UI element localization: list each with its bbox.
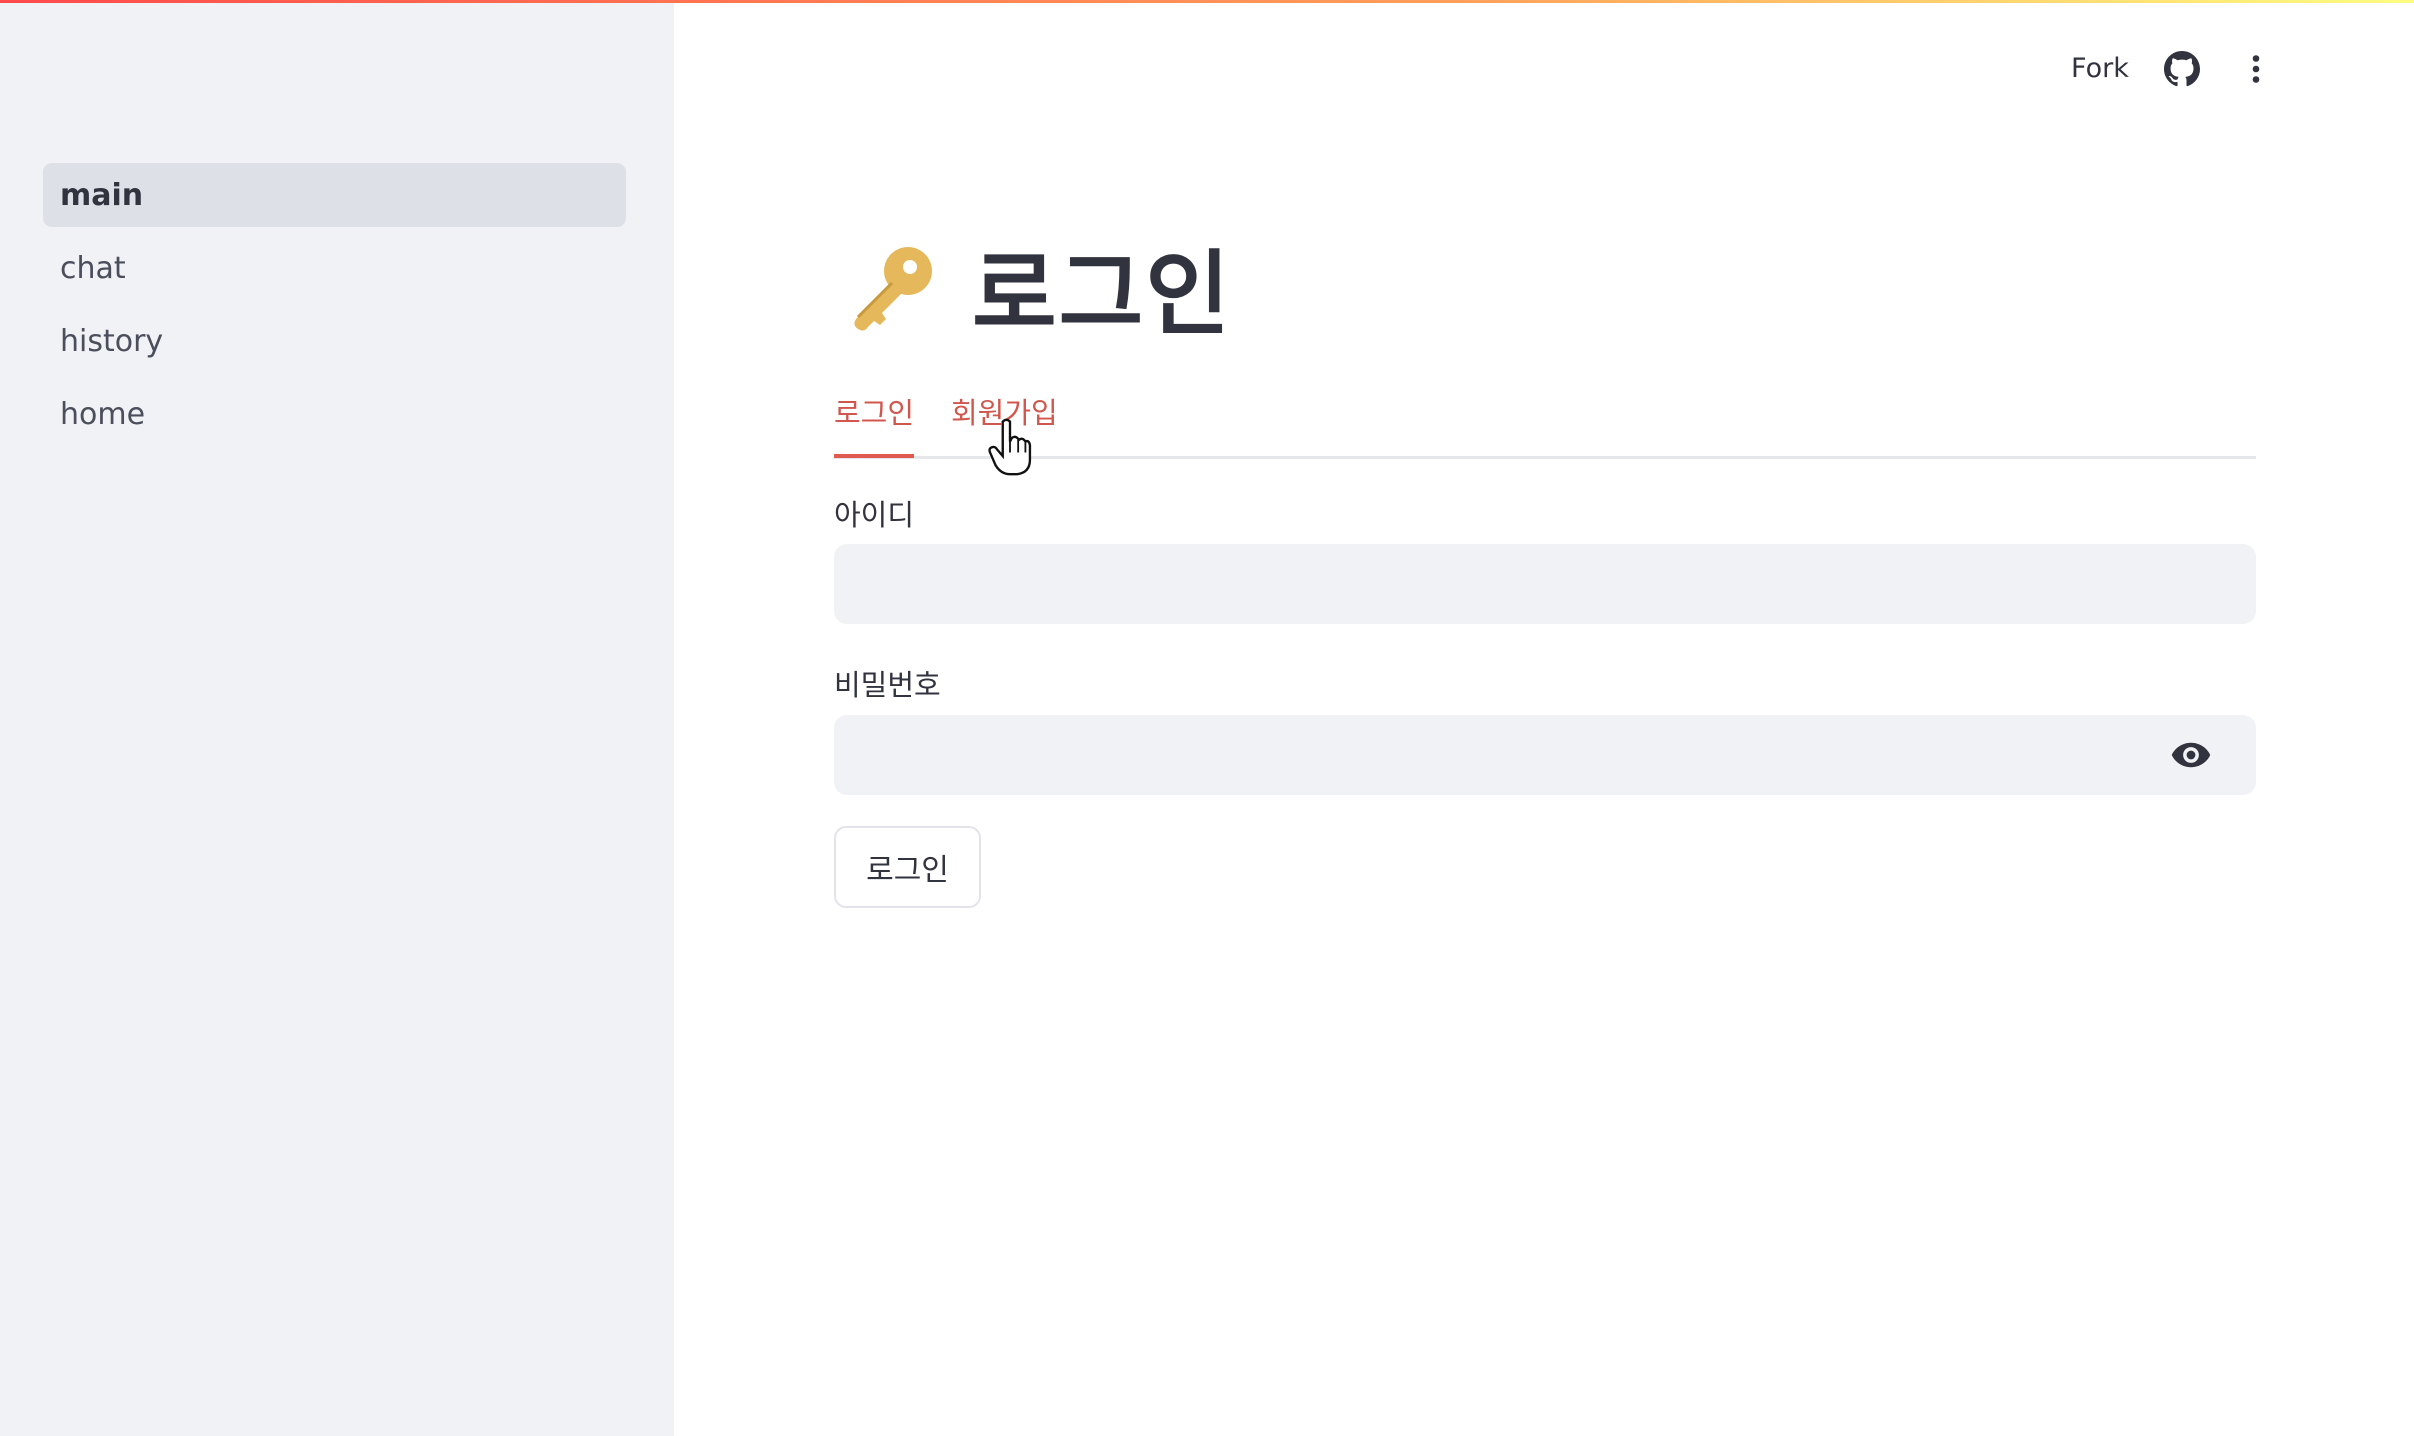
password-field[interactable] <box>834 715 2256 795</box>
tab-login[interactable]: 로그인 <box>834 390 915 458</box>
page-title-text: 로그인 <box>972 241 1232 348</box>
hand-cursor-icon <box>988 418 1032 476</box>
sidebar: main chat history home <box>0 0 674 1436</box>
login-button[interactable]: 로그인 <box>834 826 981 908</box>
password-label: 비밀번호 <box>834 668 941 702</box>
sidebar-item-chat[interactable]: chat <box>43 236 626 300</box>
key-icon <box>854 246 932 331</box>
tab-bar: 로그인 회원가입 <box>834 390 2256 459</box>
username-label: 아이디 <box>834 498 915 532</box>
page-title: 로그인 <box>844 220 1232 353</box>
sidebar-item-main[interactable]: main <box>43 163 626 227</box>
top-decoration-bar <box>0 0 2414 3</box>
main-content: 로그인 로그인 회원가입 아이디 비밀번호 로그인 <box>834 0 2256 1436</box>
username-field[interactable] <box>834 544 2256 624</box>
sidebar-nav: main chat history home <box>43 163 626 455</box>
sidebar-item-history[interactable]: history <box>43 309 626 373</box>
sidebar-item-home[interactable]: home <box>43 382 626 446</box>
eye-icon[interactable] <box>2170 734 2212 776</box>
